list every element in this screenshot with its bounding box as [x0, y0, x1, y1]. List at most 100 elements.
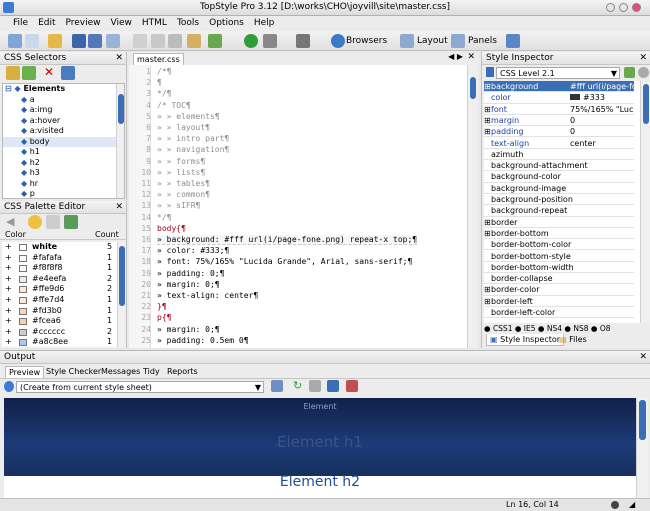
cut-icon[interactable]: [151, 34, 165, 48]
selectors-scrollbar[interactable]: [116, 84, 124, 198]
save-icon[interactable]: [72, 34, 86, 48]
property-value[interactable]: #fff url(i/page-fone.p...: [570, 81, 634, 92]
text-icon[interactable]: [263, 34, 277, 48]
panels-button[interactable]: Panels: [468, 34, 497, 48]
inspector-scrollbar[interactable]: [640, 81, 650, 323]
browser-globe-icon[interactable]: [331, 34, 345, 48]
list-item[interactable]: + #ffe9d6 2: [2, 284, 125, 295]
close-icon[interactable]: ✕: [639, 351, 647, 364]
inspector-row[interactable]: ⊞background #fff url(i/page-fone.p...: [484, 81, 634, 93]
list-item[interactable]: + white 5: [2, 242, 125, 253]
import-icon[interactable]: [61, 66, 75, 80]
tree-item[interactable]: ◆ h3: [3, 168, 124, 179]
menu-preview[interactable]: Preview: [61, 16, 106, 31]
list-item[interactable]: + #fafafa 1: [2, 253, 125, 264]
brush-icon[interactable]: [208, 34, 222, 48]
tab-files[interactable]: ▤ Files: [556, 334, 590, 346]
expand-icon[interactable]: ⊞: [484, 104, 491, 115]
list-item[interactable]: + #f8f8f8 1: [2, 263, 125, 274]
tree-item[interactable]: ◆ h2: [3, 158, 124, 169]
inspector-row[interactable]: ⊞font 75%/165% "Lucida...: [484, 104, 634, 115]
code-editor[interactable]: 1 /*¶ 2 ¶ 3 */¶ 4 /* TOC¶ 5 » » elements¶ 6 » » lay…: [129, 65, 467, 348]
new-dropdown-icon[interactable]: [25, 34, 39, 48]
expand-icon[interactable]: ⊞: [484, 284, 491, 295]
close-icon[interactable]: ✕: [115, 201, 123, 214]
inspector-row[interactable]: azimuth: [484, 149, 634, 161]
tree-item[interactable]: ◆ a:visited: [3, 126, 124, 137]
tab-style-inspector[interactable]: ▣ Style Inspector: [486, 334, 565, 346]
inspector-row[interactable]: background-image: [484, 183, 634, 194]
expand-icon[interactable]: ⊞: [484, 115, 491, 126]
inspector-row[interactable]: color #333: [484, 92, 634, 104]
sort-icon[interactable]: [624, 67, 635, 78]
inspector-row[interactable]: background-attachment: [484, 160, 634, 172]
close-button[interactable]: [632, 3, 641, 12]
tree-item[interactable]: ◆ p: [3, 189, 124, 200]
menu-view[interactable]: View: [106, 16, 137, 31]
inspector-row[interactable]: border-bottom-style: [484, 251, 634, 262]
menu-options[interactable]: Options: [204, 16, 249, 31]
sort-icon[interactable]: [64, 215, 78, 229]
validate-icon[interactable]: [244, 34, 258, 48]
tree-item[interactable]: ◆ hr: [3, 179, 124, 190]
maximize-button[interactable]: [619, 3, 628, 12]
column-count[interactable]: Count: [95, 230, 119, 240]
property-value[interactable]: #333: [570, 92, 634, 103]
menu-file[interactable]: File: [8, 16, 33, 31]
print-icon[interactable]: [106, 34, 120, 48]
tab-messages[interactable]: Messages: [98, 366, 143, 378]
layout-icon[interactable]: [400, 34, 414, 48]
tab-tidy[interactable]: Tidy: [140, 366, 163, 378]
inspector-row[interactable]: text-align center: [484, 138, 634, 149]
resize-grip-icon[interactable]: ◢: [629, 500, 635, 509]
add-element-icon[interactable]: [22, 66, 36, 80]
open-file-icon[interactable]: [271, 380, 283, 392]
list-item[interactable]: + #e4eefa 2: [2, 274, 125, 285]
css-level-select[interactable]: CSS Level 2.1 ▼: [496, 67, 620, 79]
property-value[interactable]: center: [570, 138, 634, 149]
inspector-row[interactable]: ⊞ border: [484, 217, 634, 228]
preview-source-select[interactable]: (Create from current style sheet) ▼: [16, 381, 264, 393]
open-folder-icon[interactable]: [48, 34, 62, 48]
tree-item[interactable]: ◆ a: [3, 95, 124, 106]
tab-preview[interactable]: Preview: [5, 366, 45, 378]
inspector-row[interactable]: border-left-color: [484, 307, 634, 319]
list-item[interactable]: + #fcea6 1: [2, 316, 125, 327]
inspector-row[interactable]: border-collapse: [484, 273, 634, 285]
panels-icon[interactable]: [451, 34, 465, 48]
copy-icon[interactable]: [168, 34, 182, 48]
braces-icon[interactable]: [133, 34, 147, 48]
list-item[interactable]: + #fd3b0 1: [2, 306, 125, 317]
property-value[interactable]: 0: [570, 126, 634, 137]
column-color[interactable]: Color: [5, 230, 26, 240]
tree-item[interactable]: ◆ h1: [3, 147, 124, 158]
expand-icon[interactable]: ⊞: [484, 126, 491, 137]
expand-icon[interactable]: ⊞: [484, 228, 491, 239]
refresh-icon[interactable]: ↻: [293, 380, 305, 392]
property-value[interactable]: 0: [570, 115, 634, 126]
inspector-row[interactable]: ⊞ border-bottom: [484, 228, 634, 240]
export-icon[interactable]: [346, 380, 358, 392]
tab-master-css[interactable]: master.css: [133, 53, 184, 65]
close-icon[interactable]: ✕: [115, 52, 123, 65]
close-icon[interactable]: ✕: [639, 52, 647, 65]
paste-icon[interactable]: [187, 34, 201, 48]
inspector-row[interactable]: ⊞ border-color: [484, 284, 634, 296]
close-icon[interactable]: ✕: [467, 52, 475, 62]
menu-tools[interactable]: Tools: [172, 16, 204, 31]
editor-scrollbar[interactable]: [467, 65, 477, 348]
list-item[interactable]: + #a8c8ee 1: [2, 337, 125, 348]
browsers-button[interactable]: Browsers: [346, 34, 387, 48]
tab-style-checker[interactable]: Style Checker: [43, 366, 104, 378]
tab-scroll-arrows-icon[interactable]: ◀ ▶: [448, 52, 463, 61]
new-file-icon[interactable]: [8, 34, 22, 48]
back-arrow-icon[interactable]: ◀: [6, 215, 20, 229]
inspector-row[interactable]: ⊞ margin 0: [484, 115, 634, 127]
property-value[interactable]: 75%/165% "Lucida...: [570, 104, 634, 115]
list-item[interactable]: + #ffe7d4 1: [2, 295, 125, 306]
tree-item[interactable]: ◆ a:hover: [3, 116, 124, 127]
inspector-row[interactable]: ⊞ border-left: [484, 296, 634, 307]
inspector-row[interactable]: background-position: [484, 194, 634, 206]
inspector-row[interactable]: ⊞ padding 0: [484, 126, 634, 138]
tree-root[interactable]: ⊟ ◆ Elements: [3, 84, 124, 95]
